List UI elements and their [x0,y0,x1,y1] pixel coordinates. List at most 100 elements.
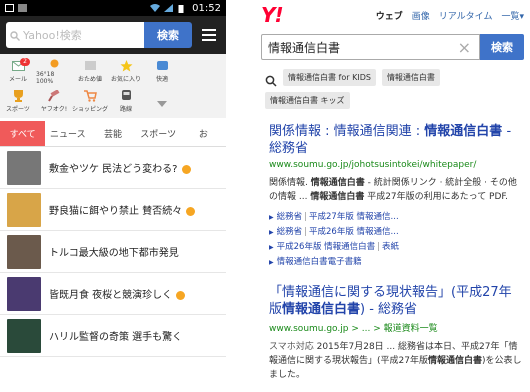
service-favorites[interactable]: お気に入り [108,56,144,86]
new-badge-icon [186,206,196,216]
expand-services-button[interactable] [144,86,180,116]
news-thumbnail [7,192,41,227]
tab-all[interactable]: すべて [0,121,46,146]
search-button[interactable]: 検索 [144,22,192,48]
suggestion-chip[interactable]: 情報通信白書 キッズ [265,92,350,109]
search-input[interactable]: Yahoo!検索 [6,22,144,48]
news-thumbnail [7,276,41,311]
search-icon [265,72,277,87]
cart-icon [83,89,97,102]
left-phone-screen: 01:52 Yahoo!検索 検索 2 メール 36°18 100% おため値 … [0,0,226,392]
triangle-bullet-icon: ▶ [269,259,274,266]
train-icon [119,89,133,102]
search-bar: 情報通信白書 × 検索 [261,34,524,60]
news-item[interactable]: ハリル監督の奇策 選手も驚く [0,315,226,357]
right-phone-screen: Y! ウェブ 画像 リアルタイム 一覧▾ 情報通信白書 × 検索 情報通信白書 … [255,0,530,392]
weather-icon [47,57,61,69]
service-sports[interactable]: スポーツ [0,86,36,116]
search-result: 関係情報 : 情報通信関連 : 情報通信白書 - 総務省 www.soumu.g… [269,123,524,270]
news-list: 敷金やツケ 民法どう変わる? 野良猫に餌やり禁止 賛否続々 トルコ最大級の地下都… [0,147,226,357]
clock-time: 01:52 [192,2,221,14]
traffic-icon [155,60,169,72]
sitelink[interactable]: ▶ 総務省 | 平成27年版 情報通信... [269,210,524,225]
auction-icon [47,89,61,102]
signal-icon [164,4,174,12]
result-snippet: 関係情報. 情報通信白書 - 統計関係リンク · 統計全般 · その他の情報 .… [269,178,517,202]
yahoo-logo[interactable]: Y! [261,3,284,27]
service-shortcuts: 2 メール 36°18 100% おため値 お気に入り 快適 スポーツ ヤフオク… [0,54,226,118]
yahoo-header: Y! ウェブ 画像 リアルタイム 一覧▾ [255,0,530,30]
news-headline: 野良猫に餌やり禁止 賛否続々 [49,202,196,217]
result-title-link[interactable]: 「情報通信に関する現状報告」(平成27年版情報通信白書) - 総務省 [269,284,524,318]
service-label: スポーツ [6,105,30,113]
service-auction[interactable]: ヤフオク! [36,86,72,116]
service-label: 36°18 100% [36,71,55,85]
service-row-2: スポーツ ヤフオク! ショッピング 路線 [0,86,226,116]
nav-images[interactable]: 画像 [412,9,430,22]
service-label: ショッピング [72,105,109,113]
search-icon [10,26,20,45]
tab-more[interactable]: お [181,121,226,146]
news-item[interactable]: 皆既月食 夜桜と競演珍しく [0,273,226,315]
news-headline: 敷金やツケ 民法どう変わる? [49,160,191,175]
chevron-down-icon [157,92,167,111]
search-results: 関係情報 : 情報通信関連 : 情報通信白書 - 総務省 www.soumu.g… [255,109,530,382]
new-badge-icon [181,164,191,174]
triangle-bullet-icon: ▶ [269,214,274,221]
news-thumbnail [7,234,41,269]
hamburger-menu-icon[interactable] [202,29,216,41]
search-button[interactable]: 検索 [480,34,524,60]
result-title-link[interactable]: 関係情報 : 情報通信関連 : 情報通信白書 - 総務省 [269,123,524,157]
news-item[interactable]: 敷金やツケ 民法どう変わる? [0,147,226,189]
sitelinks: ▶ 総務省 | 平成27年版 情報通信... ▶ 総務省 | 平成26年版 情報通信... … [269,210,524,270]
nav-list[interactable]: 一覧▾ [501,9,524,22]
suggestion-chip[interactable]: 情報通信白書 for KIDS [283,69,376,86]
search-input[interactable]: 情報通信白書 × [261,34,480,60]
service-mail[interactable]: 2 メール [0,56,36,86]
service-row-1: 2 メール 36°18 100% おため値 お気に入り 快適 [0,56,226,86]
news-headline: トルコ最大級の地下都市発見 [49,248,179,259]
news-headline: 皆既月食 夜桜と競演珍しく [49,286,186,301]
wifi-icon [150,4,161,12]
suggestion-chip[interactable]: 情報通信白書 [381,69,440,86]
service-label: ヤフオク! [40,105,68,113]
battery-icon [178,4,187,13]
related-suggestions: 情報通信白書 for KIDS 情報通信白書 情報通信白書 キッズ [255,60,530,109]
result-url: www.soumu.go.jp/johotsusintokei/whitepap… [269,160,477,170]
image-icon [18,4,27,12]
news-item[interactable]: 野良猫に餌やり禁止 賛否続々 [0,189,226,231]
service-points[interactable]: おため値 [72,56,108,86]
coin-icon [83,60,97,72]
service-shopping[interactable]: ショッピング [72,86,108,116]
status-bar: 01:52 [0,0,226,16]
clear-icon[interactable]: × [458,38,471,57]
sitelink[interactable]: ▶ 平成26年版 情報通信白書 | 表紙 [269,240,524,255]
tab-sports[interactable]: スポーツ [136,121,181,146]
service-label: 快適 [155,75,168,83]
news-headline: ハリル監督の奇策 選手も驚く [49,332,183,343]
service-label: メール [8,75,27,83]
nav-realtime[interactable]: リアルタイム [439,9,493,22]
news-tabs: すべて ニュース 芸能 スポーツ お [0,121,226,147]
tab-entertainment[interactable]: 芸能 [90,121,135,146]
news-thumbnail [7,318,41,353]
triangle-bullet-icon: ▶ [269,244,274,251]
service-label: おため値 [77,75,102,83]
news-item[interactable]: トルコ最大級の地下都市発見 [0,231,226,273]
sitelink[interactable]: ▶ 総務省 | 平成26年版 情報通信... [269,225,524,240]
service-transit[interactable]: 快適 [144,56,180,86]
notification-icon [5,4,14,12]
service-weather[interactable]: 36°18 100% [36,56,72,86]
service-label: 路線 [119,105,132,113]
nav-web[interactable]: ウェブ [376,9,403,22]
triangle-bullet-icon: ▶ [269,229,274,236]
search-header: Yahoo!検索 検索 [0,16,226,54]
search-placeholder: Yahoo!検索 [23,29,82,42]
result-url: www.soumu.go.jp > ... > 報道資料一覧 [269,324,438,334]
sitelink[interactable]: ▶ 情報通信白書電子書籍 [269,255,524,270]
new-badge-icon [176,290,186,300]
search-query: 情報通信白書 [268,40,341,55]
tab-news[interactable]: ニュース [45,121,90,146]
service-label: お気に入り [110,75,141,83]
service-train[interactable]: 路線 [108,86,144,116]
